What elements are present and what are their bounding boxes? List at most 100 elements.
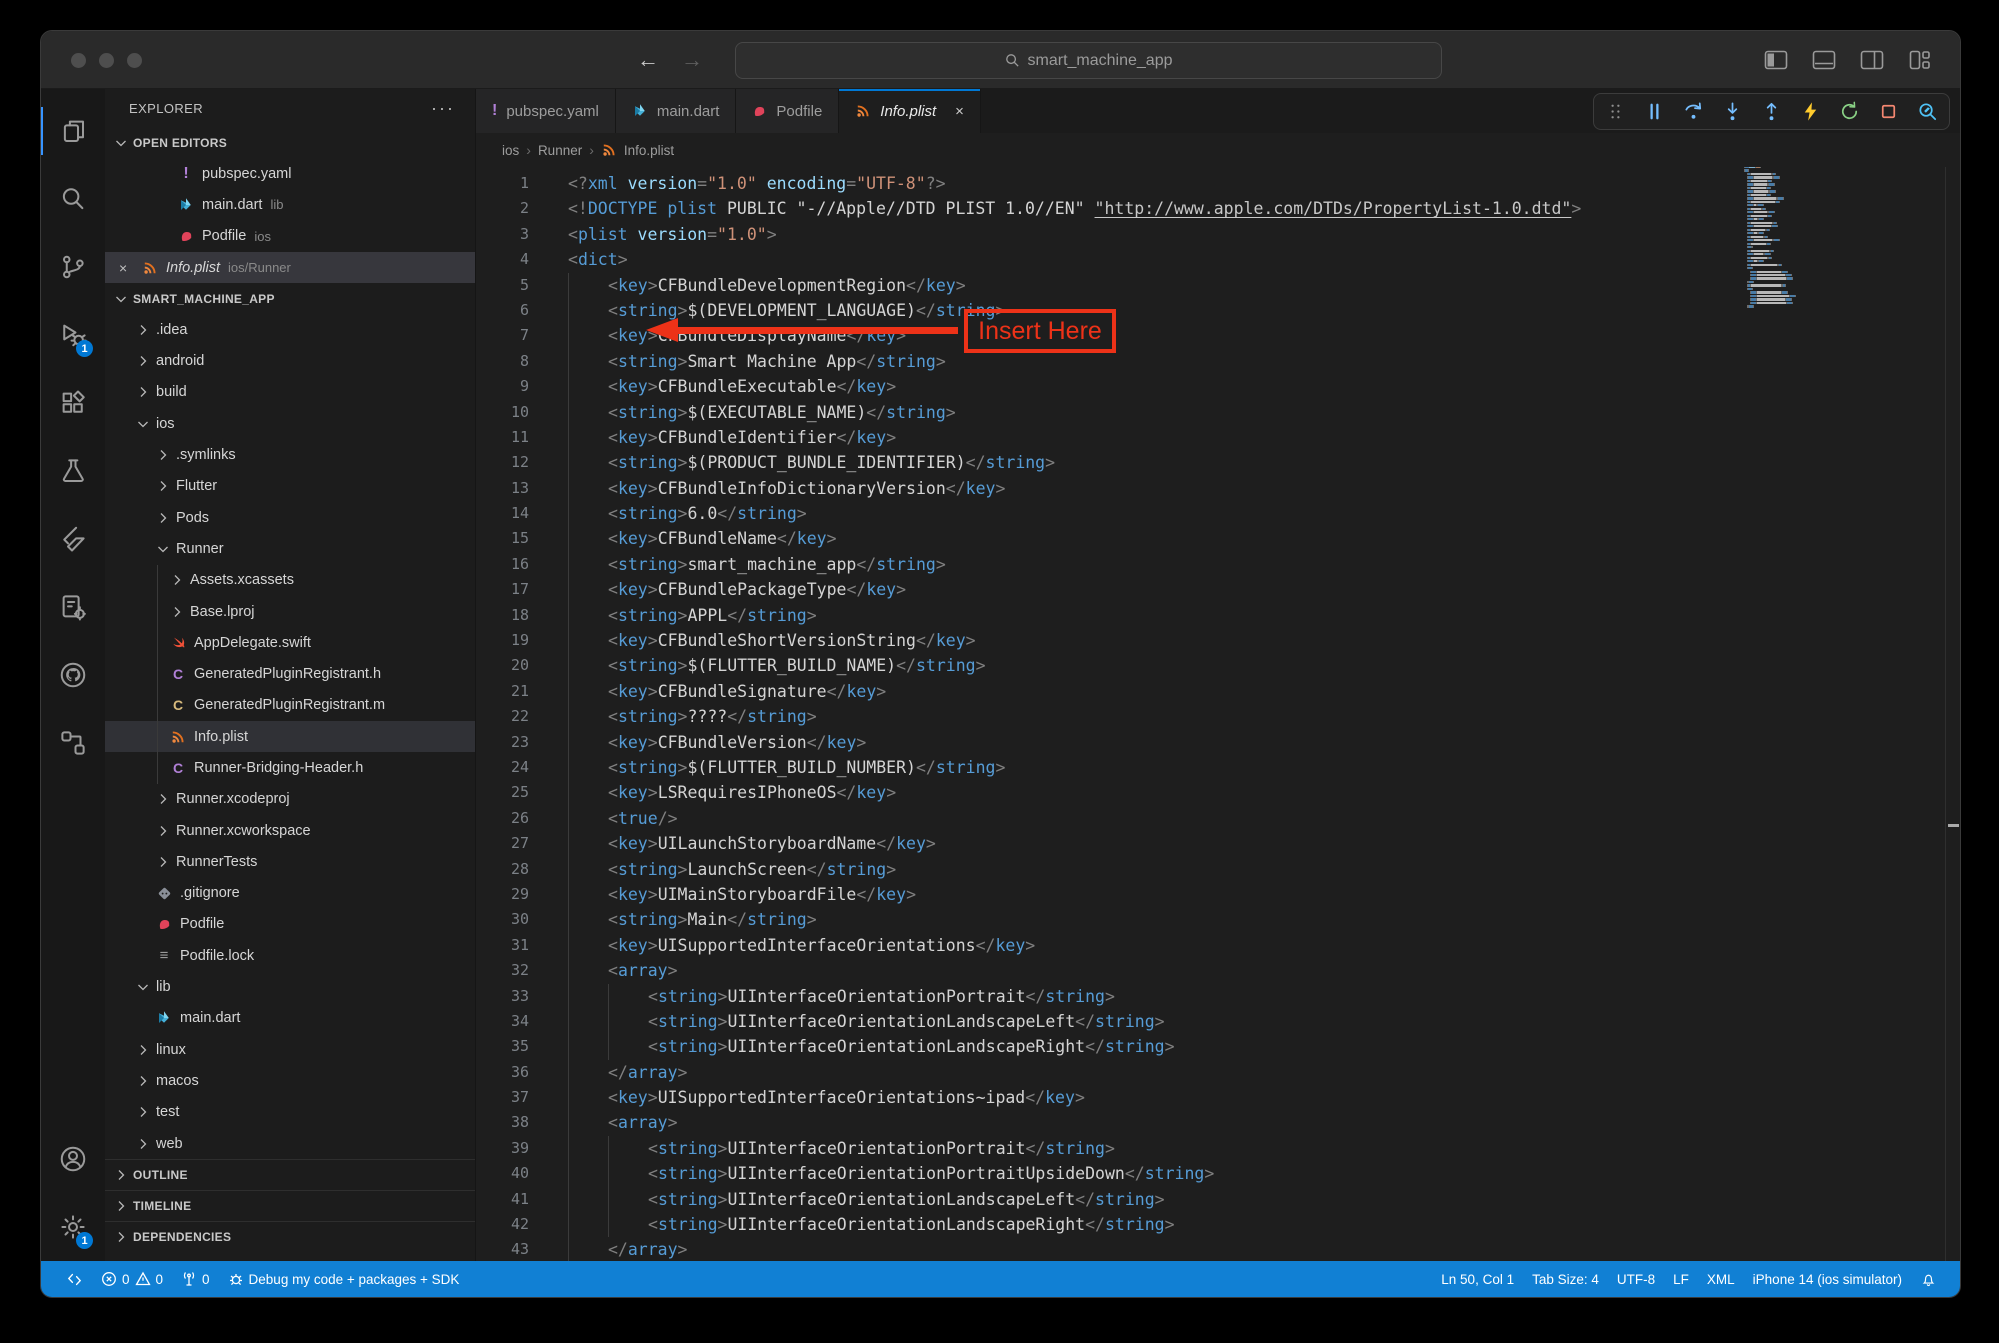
- status-encoding[interactable]: UTF-8: [1608, 1272, 1664, 1287]
- tree-item-main-dart[interactable]: main.dart: [105, 1003, 475, 1034]
- line-number[interactable]: 43: [476, 1237, 529, 1261]
- line-number[interactable]: 40: [476, 1161, 529, 1186]
- line-number[interactable]: 18: [476, 603, 529, 628]
- activity-account-icon[interactable]: [41, 1125, 105, 1193]
- tree-item-podfile[interactable]: Podfile: [105, 909, 475, 940]
- line-number[interactable]: 38: [476, 1110, 529, 1135]
- line-number[interactable]: 14: [476, 501, 529, 526]
- minimize-window-button[interactable]: [99, 53, 114, 68]
- line-number[interactable]: 26: [476, 806, 529, 831]
- line-number[interactable]: 13: [476, 476, 529, 501]
- line-number[interactable]: 8: [476, 349, 529, 374]
- tree-item--idea[interactable]: .idea: [105, 314, 475, 345]
- tree-item-android[interactable]: android: [105, 345, 475, 376]
- sidebar-section-timeline[interactable]: TIMELINE: [105, 1190, 475, 1221]
- tree-item--symlinks[interactable]: .symlinks: [105, 439, 475, 470]
- debug-step-into-icon[interactable]: [1721, 100, 1744, 123]
- line-number[interactable]: 34: [476, 1009, 529, 1034]
- line-number[interactable]: 22: [476, 704, 529, 729]
- debug-hot-reload-icon[interactable]: [1799, 100, 1822, 123]
- close-editor-icon[interactable]: ×: [119, 260, 135, 276]
- activity-explorer-icon[interactable]: [41, 97, 105, 165]
- tree-item-generatedpluginregistrant-m[interactable]: CGeneratedPluginRegistrant.m: [105, 690, 475, 721]
- line-number[interactable]: 4: [476, 247, 529, 272]
- breadcrumb-item-ios[interactable]: ios: [502, 143, 519, 158]
- line-number[interactable]: 11: [476, 425, 529, 450]
- line-number[interactable]: 2: [476, 196, 529, 221]
- activity-task-runner-icon[interactable]: [41, 573, 105, 641]
- activity-source-control-icon[interactable]: [41, 233, 105, 301]
- line-number[interactable]: 37: [476, 1085, 529, 1110]
- tab-main-dart[interactable]: main.dart: [616, 89, 737, 133]
- open-editor-podfile[interactable]: Podfileios: [105, 221, 475, 252]
- tab-podfile[interactable]: Podfile: [736, 89, 839, 133]
- open-editors-header[interactable]: OPEN EDITORS: [105, 127, 475, 158]
- command-center-search[interactable]: smart_machine_app: [735, 42, 1442, 79]
- tab-pubspec-yaml[interactable]: !pubspec.yaml: [476, 89, 616, 133]
- activity-settings-icon[interactable]: 1: [41, 1193, 105, 1261]
- sidebar-section-dependencies[interactable]: DEPENDENCIES: [105, 1221, 475, 1252]
- activity-extensions-icon[interactable]: [41, 369, 105, 437]
- problems-indicator[interactable]: 0 0: [92, 1271, 172, 1287]
- back-arrow-icon[interactable]: ←: [637, 47, 659, 73]
- tree-item-info-plist[interactable]: Info.plist: [105, 721, 475, 752]
- activity-flutter-icon[interactable]: [41, 505, 105, 573]
- tree-item-linux[interactable]: linux: [105, 1034, 475, 1065]
- line-number[interactable]: 12: [476, 450, 529, 475]
- close-tab-icon[interactable]: ×: [955, 103, 964, 120]
- debug-inspector-icon[interactable]: [1916, 100, 1939, 123]
- tree-item-macos[interactable]: macos: [105, 1065, 475, 1096]
- line-number[interactable]: 30: [476, 907, 529, 932]
- debug-configuration[interactable]: Debug my code + packages + SDK: [219, 1271, 469, 1287]
- breadcrumb-item-runner[interactable]: Runner: [538, 143, 582, 158]
- toggle-panel-icon[interactable]: [1812, 49, 1836, 71]
- line-number[interactable]: 35: [476, 1034, 529, 1059]
- line-number[interactable]: 27: [476, 831, 529, 856]
- open-editor-info-plist[interactable]: ×Info.plistios/Runner: [105, 252, 475, 283]
- tree-item-build[interactable]: build: [105, 377, 475, 408]
- tree-item-assets-xcassets[interactable]: Assets.xcassets: [105, 565, 475, 596]
- tree-item-generatedpluginregistrant-h[interactable]: CGeneratedPluginRegistrant.h: [105, 658, 475, 689]
- close-window-button[interactable]: [71, 53, 86, 68]
- debug-restart-icon[interactable]: [1838, 100, 1861, 123]
- line-number[interactable]: 16: [476, 552, 529, 577]
- debug-step-over-icon[interactable]: [1682, 100, 1705, 123]
- line-number[interactable]: 5: [476, 273, 529, 298]
- tree-item-pods[interactable]: Pods: [105, 502, 475, 533]
- line-number[interactable]: 3: [476, 222, 529, 247]
- line-number[interactable]: 9: [476, 374, 529, 399]
- tree-item-podfile-lock[interactable]: ≡Podfile.lock: [105, 940, 475, 971]
- line-number[interactable]: 36: [476, 1060, 529, 1085]
- open-editor-main-dart[interactable]: main.dartlib: [105, 189, 475, 220]
- tree-item-runnertests[interactable]: RunnerTests: [105, 846, 475, 877]
- maximize-window-button[interactable]: [127, 53, 142, 68]
- tree-item-runner-xcodeproj[interactable]: Runner.xcodeproj: [105, 784, 475, 815]
- debug-grip-icon[interactable]: [1604, 100, 1627, 123]
- activity-workflow-icon[interactable]: [41, 709, 105, 777]
- debug-step-out-icon[interactable]: [1760, 100, 1783, 123]
- tree-item-test[interactable]: test: [105, 1097, 475, 1128]
- line-number[interactable]: 1: [476, 171, 529, 196]
- debug-stop-icon[interactable]: [1877, 100, 1900, 123]
- line-number[interactable]: 17: [476, 577, 529, 602]
- code-editor[interactable]: 1<?xml version="1.0" encoding="UTF-8"?>2…: [476, 167, 1960, 1261]
- tree-item-runner[interactable]: Runner: [105, 533, 475, 564]
- tree-item-flutter[interactable]: Flutter: [105, 471, 475, 502]
- open-editor-pubspec-yaml[interactable]: !pubspec.yaml: [105, 158, 475, 189]
- customize-layout-icon[interactable]: [1908, 49, 1932, 71]
- tab-info-plist[interactable]: Info.plist×: [839, 89, 981, 133]
- activity-testing-icon[interactable]: [41, 437, 105, 505]
- toggle-secondary-sidebar-icon[interactable]: [1860, 49, 1884, 71]
- tree-item-appdelegate-swift[interactable]: AppDelegate.swift: [105, 627, 475, 658]
- line-number[interactable]: 31: [476, 933, 529, 958]
- tree-item--gitignore[interactable]: .gitignore: [105, 878, 475, 909]
- line-number[interactable]: 42: [476, 1212, 529, 1237]
- tree-item-base-lproj[interactable]: Base.lproj: [105, 596, 475, 627]
- tree-item-web[interactable]: web: [105, 1128, 475, 1159]
- line-number[interactable]: 25: [476, 780, 529, 805]
- minimap[interactable]: [1744, 167, 1912, 309]
- breadcrumb-item-info-plist[interactable]: Info.plist: [624, 143, 674, 158]
- toggle-sidebar-icon[interactable]: [1764, 49, 1788, 71]
- debug-pause-icon[interactable]: [1643, 100, 1666, 123]
- line-number[interactable]: 21: [476, 679, 529, 704]
